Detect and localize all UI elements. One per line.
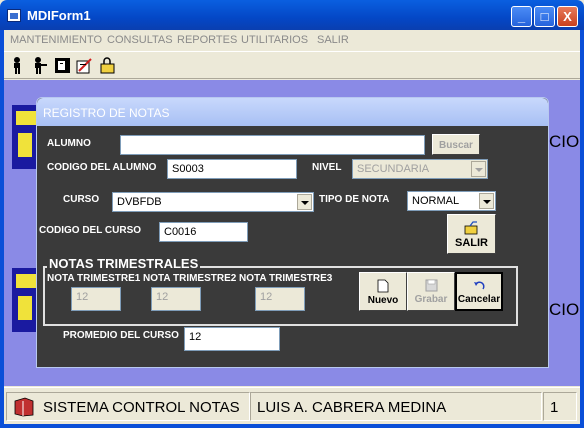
lock-icon[interactable] <box>98 56 117 75</box>
nota-trimestre2-label: NOTA TRIMESTRE2 <box>143 273 237 284</box>
nivel-label: NIVEL <box>312 162 342 173</box>
chevron-down-icon[interactable] <box>471 161 486 177</box>
new-document-icon <box>377 279 389 293</box>
alumno-label: ALUMNO <box>47 138 91 149</box>
chevron-down-icon[interactable] <box>479 193 494 209</box>
nota-trimestre3-label: NOTA TRIMESTRE3 <box>239 273 333 284</box>
curso-select[interactable]: DVBFDB <box>112 192 314 212</box>
registro-notas-form: REGISTRO DE NOTAS ALUMNO Buscar CODIGO D… <box>36 97 549 368</box>
chevron-down-icon[interactable] <box>297 194 312 210</box>
status-panel-number: 1 <box>543 392 577 421</box>
nota-trimestre3-input[interactable]: 12 <box>255 287 305 311</box>
nota-trimestre2-input[interactable]: 12 <box>151 287 201 311</box>
promedio-curso-input[interactable]: 12 <box>184 327 280 351</box>
menu-utilitarios[interactable]: UTILITARIOS <box>241 34 308 46</box>
tipo-nota-label: TIPO DE NOTA <box>319 194 390 205</box>
tipo-nota-select[interactable]: NORMAL <box>407 191 496 211</box>
salir-button[interactable]: SALIR <box>447 214 496 254</box>
users-icon[interactable] <box>30 56 49 75</box>
codigo-curso-input[interactable]: C0016 <box>159 222 248 242</box>
nota-trimestre1-label: NOTA TRIMESTRE1 <box>47 273 141 284</box>
promedio-curso-label: PROMEDIO DEL CURSO <box>63 330 179 341</box>
form-title: REGISTRO DE NOTAS <box>43 106 170 120</box>
nivel-select[interactable]: SECUNDARIA <box>352 159 488 179</box>
folder-exit-icon <box>464 221 477 235</box>
nuevo-button-label: Nuevo <box>367 295 399 306</box>
close-button[interactable]: X <box>557 6 578 27</box>
notas-trimestrales-title: NOTAS TRIMESTRALES <box>47 256 201 271</box>
nivel-value: SECUNDARIA <box>357 163 430 175</box>
buscar-button[interactable]: Buscar <box>432 134 480 155</box>
nuevo-button[interactable]: Nuevo <box>359 272 407 311</box>
edit-icon[interactable] <box>75 56 94 75</box>
curso-label: CURSO <box>63 194 100 205</box>
tipo-nota-value: NORMAL <box>412 195 460 207</box>
grabar-button-label: Grabar <box>414 294 448 305</box>
cancelar-button[interactable]: Cancelar <box>455 272 503 311</box>
statusbar: SISTEMA CONTROL NOTAS LUIS A. CABRERA ME… <box>4 387 580 424</box>
codigo-alumno-label: CODIGO DEL ALUMNO <box>47 162 157 173</box>
undo-icon <box>474 281 485 290</box>
background-form-text-top: CIO <box>549 132 580 151</box>
cancelar-button-label: Cancelar <box>457 294 501 305</box>
salir-button-label: SALIR <box>455 237 488 249</box>
window-border-right <box>580 30 584 428</box>
status-system-text: SISTEMA CONTROL NOTAS <box>43 399 240 416</box>
book-icon <box>14 397 34 417</box>
window-border-bottom <box>0 424 584 428</box>
toolbar <box>4 51 580 79</box>
window-title: MDIForm1 <box>27 8 91 23</box>
nota-trimestre1-input[interactable]: 12 <box>71 287 121 311</box>
document-icon[interactable] <box>53 56 72 75</box>
status-panel-system: SISTEMA CONTROL NOTAS <box>6 392 250 421</box>
status-number-text: 1 <box>550 399 559 416</box>
codigo-curso-label: CODIGO DEL CURSO <box>39 225 142 236</box>
alumno-input[interactable] <box>120 135 425 155</box>
curso-value: DVBFDB <box>117 196 162 208</box>
status-panel-user: LUIS A. CABRERA MEDINA <box>250 392 542 421</box>
maximize-button[interactable]: □ <box>534 6 555 27</box>
menu-consultas[interactable]: CONSULTAS <box>107 34 173 46</box>
status-user-text: LUIS A. CABRERA MEDINA <box>257 399 447 416</box>
background-form-text-bottom: CIO <box>549 300 580 319</box>
menubar: MANTENIMIENTO CONSULTAS REPORTES UTILITA… <box>4 30 580 50</box>
menu-mantenimiento[interactable]: MANTENIMIENTO <box>10 34 102 46</box>
app-icon[interactable] <box>7 9 21 22</box>
menu-reportes[interactable]: REPORTES <box>177 34 237 46</box>
save-disk-icon <box>425 279 437 292</box>
minimize-button[interactable]: _ <box>511 6 532 27</box>
menu-salir[interactable]: SALIR <box>317 34 349 46</box>
grabar-button[interactable]: Grabar <box>407 272 455 311</box>
codigo-alumno-input[interactable]: S0003 <box>167 159 297 179</box>
person-icon[interactable] <box>8 56 27 75</box>
